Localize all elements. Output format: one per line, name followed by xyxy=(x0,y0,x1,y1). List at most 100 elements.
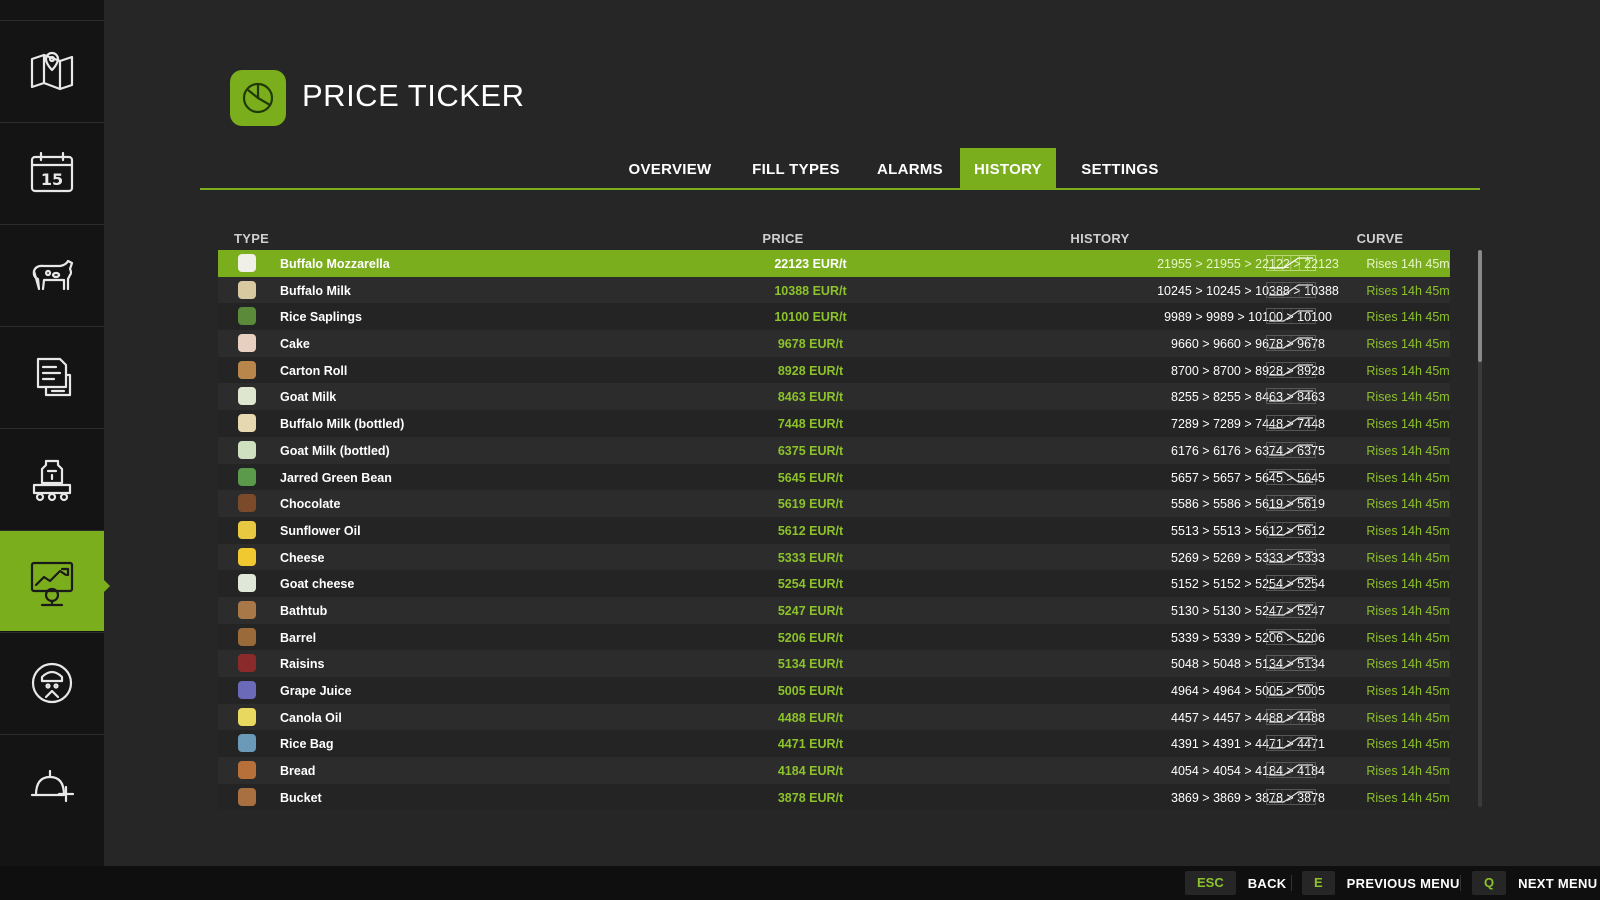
previous-menu-button[interactable]: E PREVIOUS MENU xyxy=(1302,871,1460,895)
table-row[interactable]: Grape Juice 5005 EUR/t 4964 > 4964 > 5005 … xyxy=(218,677,1450,704)
sidebar-item-animals[interactable] xyxy=(0,224,104,325)
price-curve xyxy=(1266,762,1316,778)
table-row[interactable]: Carton Roll 8928 EUR/t 8700 > 8700 > 8928 … xyxy=(218,356,1450,384)
price-curve xyxy=(1266,335,1316,351)
price-trend: Rises 14h 45m xyxy=(1366,310,1450,325)
product-name: Sunflower Oil xyxy=(280,523,361,538)
key-hint-q: Q xyxy=(1472,871,1507,895)
sidebar-item-production[interactable] xyxy=(0,428,104,529)
product-price: 5333 EUR/t xyxy=(777,550,844,565)
product-icon xyxy=(238,467,256,486)
tab-settings[interactable]: SETTINGS xyxy=(1072,148,1168,190)
price-trend: Rises 14h 45m xyxy=(1366,630,1450,645)
previous-menu-label: PREVIOUS MENU xyxy=(1346,875,1460,891)
table-row[interactable]: Goat Milk 8463 EUR/t 8255 > 8255 > 8463 > … xyxy=(218,383,1450,411)
footer-divider xyxy=(1460,875,1461,891)
product-icon xyxy=(238,547,256,566)
product-price: 10388 EUR/t xyxy=(774,283,847,298)
product-icon xyxy=(238,654,256,673)
active-indicator xyxy=(104,580,110,592)
product-icon xyxy=(238,254,256,272)
product-price: 5206 EUR/t xyxy=(777,630,844,645)
price-trend: Rises 14h 45m xyxy=(1366,737,1450,752)
price-curve xyxy=(1266,735,1316,752)
product-name: Cake xyxy=(280,337,310,352)
column-header-type: TYPE xyxy=(234,231,270,246)
product-price: 3878 EUR/t xyxy=(777,790,844,805)
worker-icon xyxy=(31,662,73,704)
product-name: Goat Milk xyxy=(280,390,337,405)
table-row[interactable]: Sunflower Oil 5612 EUR/t 5513 > 5513 > 561… xyxy=(218,516,1450,544)
table-row[interactable]: Bathtub 5247 EUR/t 5130 > 5130 > 5247 > 52… xyxy=(218,596,1450,624)
product-icon xyxy=(238,360,256,379)
product-name: Buffalo Milk (bottled) xyxy=(280,417,405,432)
tab-fill-types[interactable]: FILL TYPES xyxy=(740,148,852,190)
tab-alarms[interactable]: ALARMS xyxy=(868,148,952,190)
table-row[interactable]: Rice Bag 4471 EUR/t 4391 > 4391 > 4471 > 4… xyxy=(218,730,1450,758)
production-icon xyxy=(32,459,72,502)
product-name: Goat cheese xyxy=(280,577,355,592)
table-row[interactable]: Cake 9678 EUR/t 9660 > 9660 > 9678 > 9678 R… xyxy=(218,330,1450,357)
scrollbar-thumb[interactable] xyxy=(1478,250,1482,362)
price-curve xyxy=(1266,788,1316,805)
sidebar-item-calendar[interactable]: 15 xyxy=(0,122,104,223)
product-icon xyxy=(238,681,256,699)
price-trend: Rises 14h 45m xyxy=(1366,283,1450,298)
next-menu-button[interactable]: Q NEXT MENU xyxy=(1472,871,1597,895)
table-row[interactable]: Jarred Green Bean 5645 EUR/t 5657 > 5657 >… xyxy=(218,463,1450,491)
price-trend: Rises 14h 45m xyxy=(1366,577,1450,592)
table-row[interactable]: Buffalo Milk 10388 EUR/t 10245 > 10245 > 1… xyxy=(218,276,1450,304)
tab-history[interactable]: HISTORY xyxy=(960,148,1056,190)
column-header-history: HISTORY xyxy=(1070,231,1130,246)
table-row[interactable]: Barrel 5206 EUR/t 5339 > 5339 > 5206 > 520… xyxy=(218,623,1450,651)
product-name: Rice Bag xyxy=(280,737,334,752)
tab-overview[interactable]: OVERVIEW xyxy=(622,148,718,190)
price-trend: Rises 14h 45m xyxy=(1366,337,1450,352)
price-trend: Rises 14h 45m xyxy=(1366,790,1450,805)
price-curve xyxy=(1266,388,1316,405)
contracts-icon xyxy=(36,357,72,397)
sidebar-item-help[interactable] xyxy=(0,734,104,835)
price-trend: Rises 14h 45m xyxy=(1366,497,1450,512)
product-name: Bread xyxy=(280,764,316,779)
product-name: Bucket xyxy=(280,790,322,805)
product-price: 4471 EUR/t xyxy=(777,737,844,752)
back-button[interactable]: ESC BACK xyxy=(1185,871,1287,895)
page-title: PRICE TICKER xyxy=(302,78,525,113)
price-curve xyxy=(1266,255,1316,271)
price-trend: Rises 14h 45m xyxy=(1366,417,1450,432)
product-name: Rice Saplings xyxy=(280,310,362,325)
product-price: 22123 EUR/t xyxy=(774,257,847,271)
product-name: Cheese xyxy=(280,550,325,565)
sidebar-item-price-ticker[interactable] xyxy=(0,530,104,631)
table-row[interactable]: Cheese 5333 EUR/t 5269 > 5269 > 5333 > 533… xyxy=(218,543,1450,571)
product-price: 8928 EUR/t xyxy=(777,363,844,378)
table-row[interactable]: Canola Oil 4488 EUR/t 4457 > 4457 > 4488 >… xyxy=(218,703,1450,731)
price-trend: Rises 14h 45m xyxy=(1366,550,1450,565)
sidebar-item-workers[interactable] xyxy=(0,632,104,733)
product-icon xyxy=(238,494,256,513)
table-row[interactable]: Bucket 3878 EUR/t 3869 > 3869 > 3878 > 387… xyxy=(218,783,1450,811)
table-row[interactable]: Buffalo Mozzarella 22123 EUR/t 21955 > 219… xyxy=(218,250,1450,277)
price-curve xyxy=(1266,655,1316,672)
product-icon xyxy=(238,280,256,299)
product-name: Canola Oil xyxy=(280,710,342,725)
table-row[interactable]: Chocolate 5619 EUR/t 5586 > 5586 > 5619 > … xyxy=(218,490,1450,517)
next-menu-label: NEXT MENU xyxy=(1518,875,1598,891)
price-trend: Rises 14h 45m xyxy=(1366,257,1450,271)
table-row[interactable]: Rice Saplings 10100 EUR/t 9989 > 9989 > 10… xyxy=(218,303,1450,331)
pie-chart-icon xyxy=(242,82,274,114)
table-row[interactable]: Buffalo Milk (bottled) 7448 EUR/t 7289 > 7… xyxy=(218,410,1450,437)
price-trend: Rises 14h 45m xyxy=(1366,764,1450,779)
table-row[interactable]: Goat cheese 5254 EUR/t 5152 > 5152 > 5254 … xyxy=(218,570,1450,597)
sidebar-item-map[interactable] xyxy=(0,20,104,121)
price-trend: Rises 14h 45m xyxy=(1366,470,1450,485)
price-curve xyxy=(1266,415,1316,431)
table-row[interactable]: Bread 4184 EUR/t 4054 > 4054 > 4184 > 4184… xyxy=(218,757,1450,784)
table-row[interactable]: Raisins 5134 EUR/t 5048 > 5048 > 5134 > 51… xyxy=(218,650,1450,677)
sidebar-item-contracts[interactable] xyxy=(0,326,104,427)
product-icon xyxy=(238,387,256,406)
product-icon xyxy=(238,307,256,326)
table-row[interactable]: Goat Milk (bottled) 6375 EUR/t 6176 > 6176… xyxy=(218,436,1450,464)
map-icon xyxy=(30,51,74,91)
